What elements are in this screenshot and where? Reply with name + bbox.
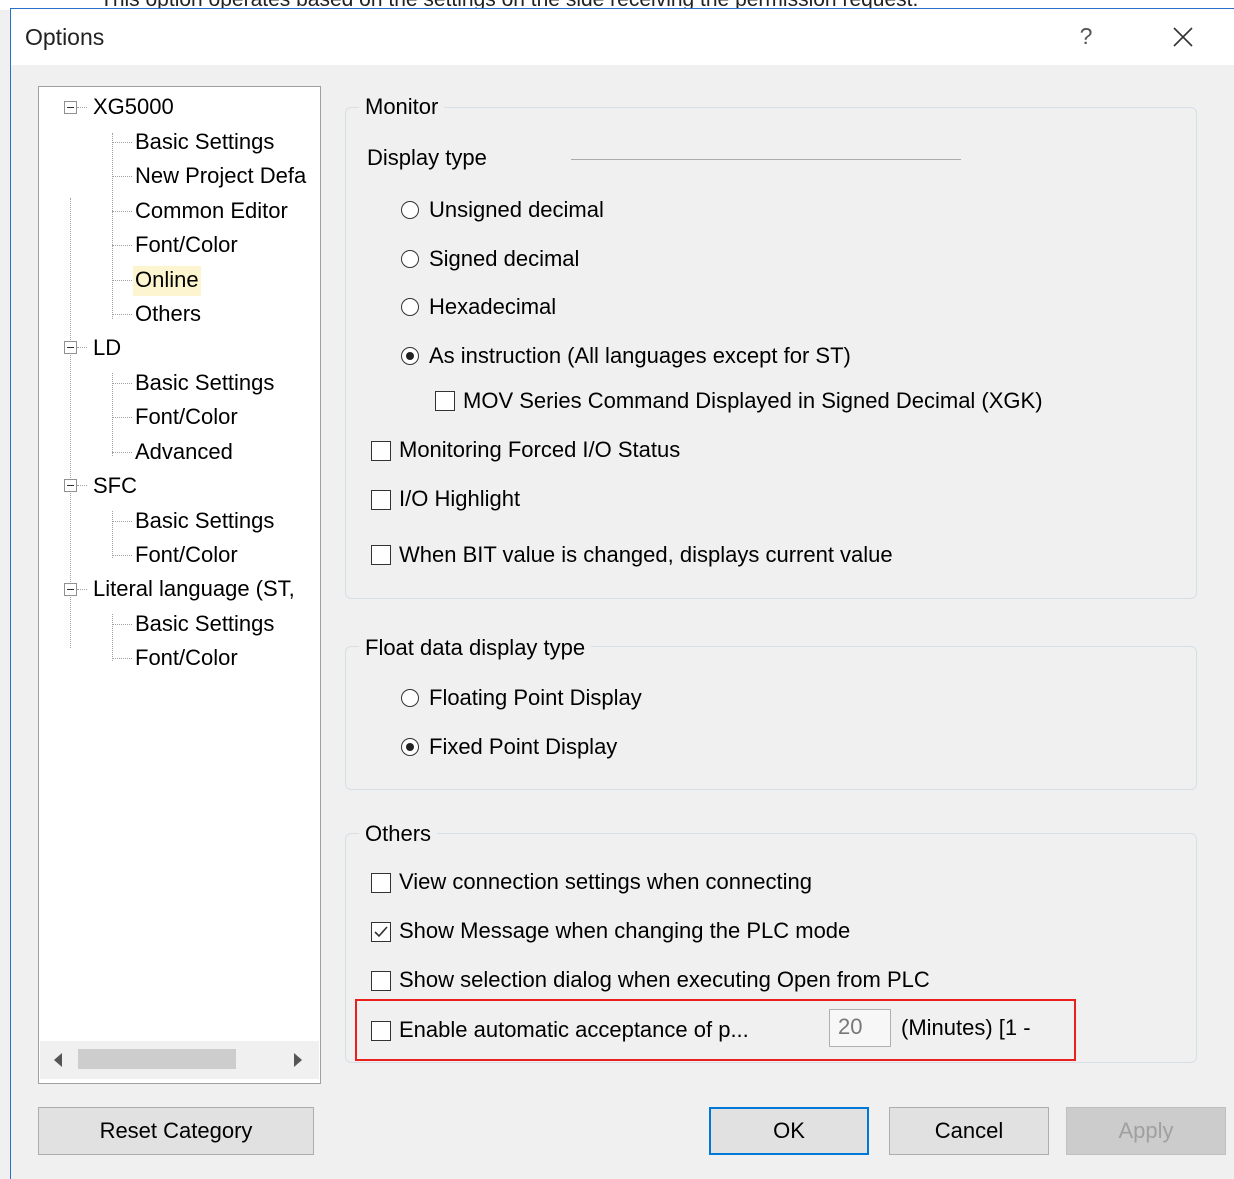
reset-category-button[interactable]: Reset Category [38,1107,314,1155]
checkbox-io-highlight[interactable] [371,490,391,510]
checkbox-monitoring-forced-io[interactable] [371,441,391,461]
tree-node-basic-settings[interactable]: Basic Settings [135,369,274,399]
ok-button[interactable]: OK [709,1107,869,1155]
scroll-thumb[interactable] [78,1049,236,1069]
checkbox-bit-value-changed[interactable] [371,545,391,565]
float-display-group [345,646,1197,790]
collapse-icon[interactable] [64,341,77,354]
checkbox-mov-signed-decimal[interactable] [435,391,455,411]
tree-node-font-color[interactable]: Font/Color [135,541,238,571]
tree-node-font-color[interactable]: Font/Color [135,644,238,674]
tree-node-sfc[interactable]: SFC [93,472,137,502]
checkbox-label: Monitoring Forced I/O Status [399,437,681,462]
tree-node-font-color[interactable]: Font/Color [135,403,238,433]
radio-as-instruction[interactable] [401,347,419,365]
options-dialog: Options ? XG5000 Basic Settings New Proj… [10,8,1234,1179]
checkbox-view-connection-settings[interactable] [371,873,391,893]
radio-signed-decimal[interactable] [401,250,419,268]
scroll-left-icon[interactable] [54,1053,62,1067]
checkbox-show-selection-dialog[interactable] [371,971,391,991]
tree-node-xg5000[interactable]: XG5000 [93,93,174,123]
tree-node-literal-language[interactable]: Literal language (ST, [93,575,319,605]
checkbox-label: MOV Series Command Displayed in Signed D… [463,388,1043,413]
radio-unsigned-decimal[interactable] [401,201,419,219]
tree-node-common-editor[interactable]: Common Editor [135,197,288,227]
minutes-unit-label: (Minutes) [1 - [901,1015,1031,1040]
radio-floating-point[interactable] [401,689,419,707]
window-title: Options [25,24,105,50]
tree-node-basic-settings[interactable]: Basic Settings [135,128,274,158]
checkbox-label: View connection settings when connecting [399,869,812,894]
minutes-input[interactable]: 20 [829,1009,891,1047]
radio-label: Signed decimal [429,246,580,271]
collapse-icon[interactable] [64,479,77,492]
checkbox-label: I/O Highlight [399,486,521,511]
checkbox-label: Show selection dialog when executing Ope… [399,967,930,992]
radio-label: Unsigned decimal [429,197,604,222]
radio-label: As instruction (All languages except for… [429,343,851,368]
display-type-separator [571,159,961,160]
others-group-title: Others [359,821,438,847]
help-button[interactable]: ? [1069,19,1103,53]
tree-node-advanced[interactable]: Advanced [135,438,233,468]
checkbox-show-message-plc-mode[interactable] [371,922,391,942]
apply-button[interactable]: Apply [1066,1107,1226,1155]
horizontal-scrollbar[interactable] [40,1041,319,1079]
monitor-group-title: Monitor [359,94,445,120]
collapse-icon[interactable] [64,583,77,596]
cancel-button[interactable]: Cancel [889,1107,1049,1155]
checkbox-label: Enable automatic acceptance of p... [399,1017,749,1042]
close-icon [1173,27,1193,47]
tree-node-ld[interactable]: LD [93,334,121,364]
radio-fixed-point[interactable] [401,738,419,756]
collapse-icon[interactable] [64,101,77,114]
checkbox-enable-automatic-acceptance[interactable] [371,1021,391,1041]
radio-label: Hexadecimal [429,294,557,319]
tree-node-new-project-defaults[interactable]: New Project Defa [135,162,315,192]
radio-label: Fixed Point Display [429,734,618,759]
scroll-right-icon[interactable] [294,1053,302,1067]
float-group-title: Float data display type [359,635,592,661]
check-icon [374,926,388,938]
tree-node-font-color[interactable]: Font/Color [135,231,238,261]
checkbox-label: Show Message when changing the PLC mode [399,918,851,943]
tree-node-basic-settings[interactable]: Basic Settings [135,610,274,640]
radio-label: Floating Point Display [429,685,642,710]
title-bar: Options ? [11,9,1234,65]
tree-node-others[interactable]: Others [135,300,201,330]
display-type-label: Display type [367,145,487,170]
tree-node-online[interactable]: Online [133,266,201,296]
tree-node-basic-settings[interactable]: Basic Settings [135,507,274,537]
checkbox-label: When BIT value is changed, displays curr… [399,542,893,567]
close-button[interactable] [1161,17,1205,57]
category-tree[interactable]: XG5000 Basic Settings New Project Defa C… [38,86,321,1084]
radio-hexadecimal[interactable] [401,298,419,316]
